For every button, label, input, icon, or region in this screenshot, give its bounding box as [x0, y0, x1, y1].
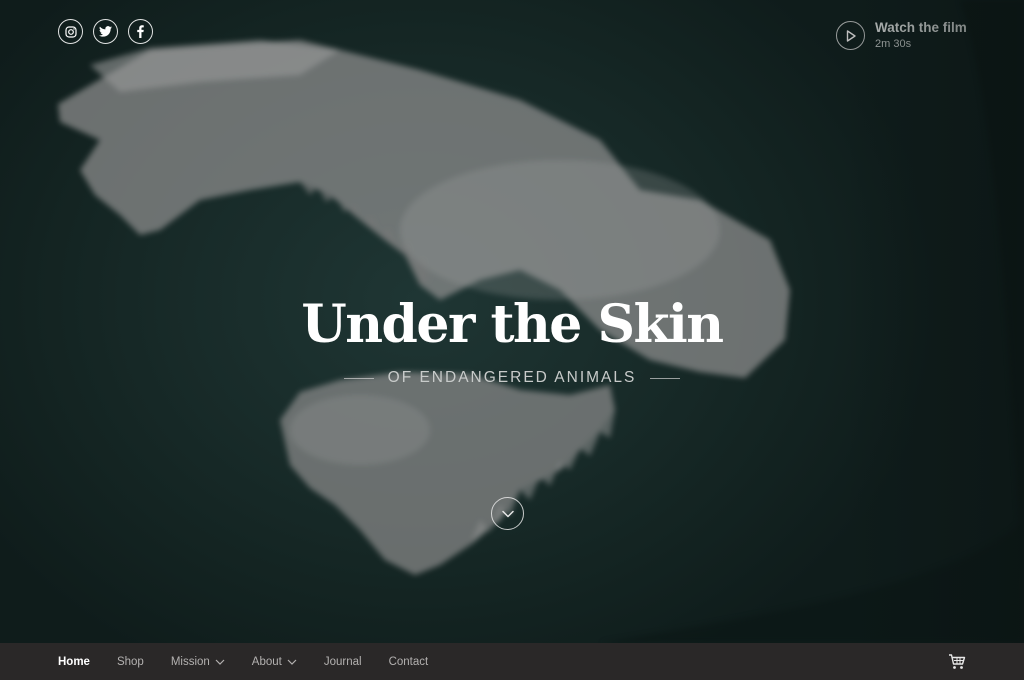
- chevron-down-icon: [501, 510, 514, 517]
- chevron-down-icon: [287, 659, 297, 665]
- play-icon: [846, 29, 856, 42]
- subtitle-rule-right: [650, 377, 681, 379]
- hero-section: Watch the film 2m 30s Under the Skin OF …: [0, 0, 1024, 643]
- hero-title: Under the Skin: [301, 294, 724, 355]
- nav-item-label: Journal: [323, 655, 362, 668]
- nav-item-label: Contact: [388, 655, 429, 668]
- instagram-button[interactable]: [58, 19, 83, 44]
- bottom-navbar: Home Shop Mission About Journal Contact: [0, 643, 1024, 680]
- nav-item-shop[interactable]: Shop: [117, 656, 144, 668]
- nav-item-about[interactable]: About: [252, 656, 297, 668]
- subtitle-rule-left: [343, 377, 374, 379]
- watch-film-link[interactable]: Watch the film 2m 30s: [836, 20, 967, 51]
- nav-item-mission[interactable]: Mission: [171, 656, 225, 668]
- scroll-down-button[interactable]: [491, 497, 524, 530]
- twitter-icon: [99, 26, 112, 37]
- nav-item-label: Home: [58, 655, 90, 668]
- hero-subtitle: OF ENDANGERED ANIMALS: [387, 369, 637, 386]
- hero-subtitle-row: OF ENDANGERED ANIMALS: [0, 369, 1024, 387]
- watch-film-duration: 2m 30s: [875, 38, 912, 50]
- chevron-down-icon: [215, 659, 225, 665]
- nav-item-label: Shop: [116, 655, 144, 668]
- facebook-button[interactable]: [128, 19, 153, 44]
- watch-film-title: Watch the film: [875, 20, 967, 35]
- twitter-button[interactable]: [93, 19, 118, 44]
- watch-film-text: Watch the film 2m 30s: [875, 20, 967, 51]
- nav-item-home[interactable]: Home: [58, 656, 90, 668]
- nav-item-journal[interactable]: Journal: [324, 656, 362, 668]
- nav-item-contact[interactable]: Contact: [389, 656, 429, 668]
- facebook-icon: [137, 25, 144, 38]
- nav-item-label: Mission: [170, 655, 210, 668]
- play-button[interactable]: [836, 21, 865, 50]
- social-links: [58, 19, 153, 44]
- nav-menu: Home Shop Mission About Journal Contact: [58, 656, 455, 668]
- cart-icon[interactable]: [948, 653, 966, 671]
- nav-item-label: About: [251, 655, 282, 668]
- instagram-icon: [64, 25, 77, 38]
